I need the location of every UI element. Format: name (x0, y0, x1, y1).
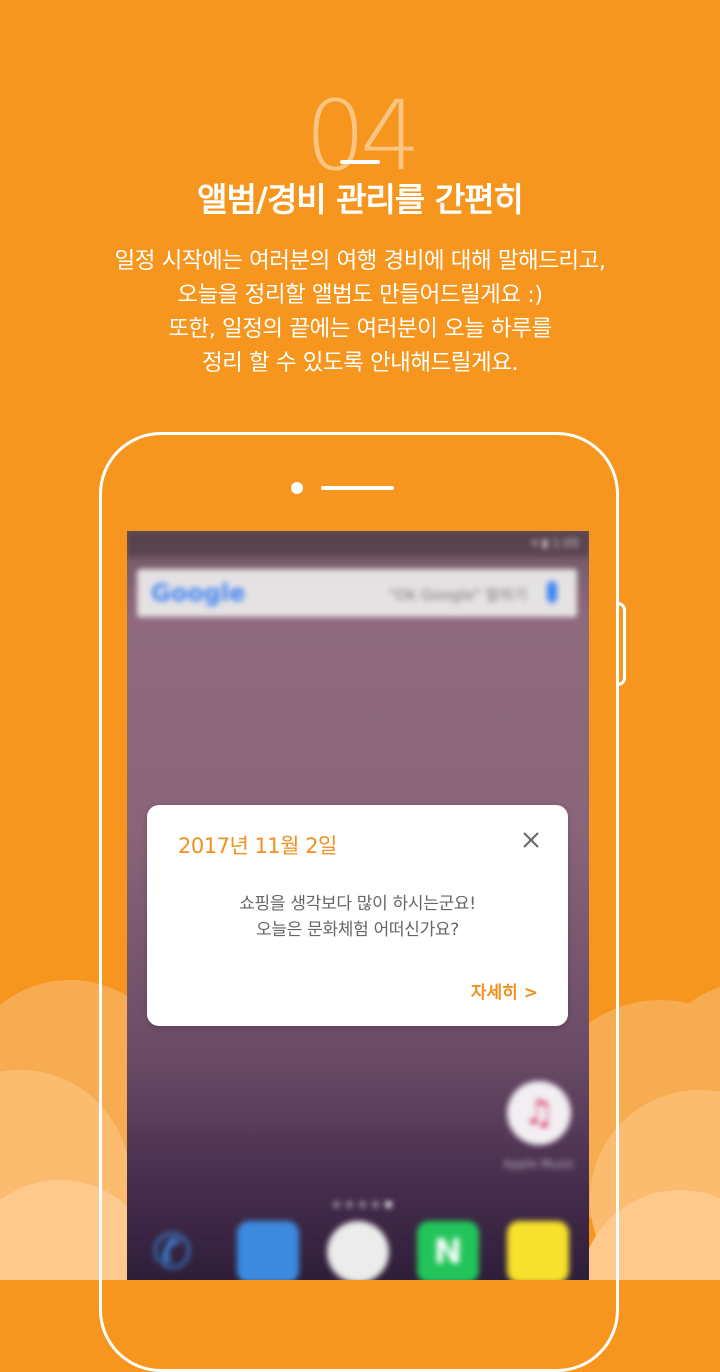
description-line: 또한, 일정의 끝에는 여러분이 오늘 하루를 (168, 316, 552, 342)
page-title: 앨범/경비 관리를 간편히 (197, 180, 524, 219)
mic-icon (547, 581, 557, 603)
google-logo: Google (151, 579, 246, 607)
status-bar: ▾ ▮ 1:00 (127, 531, 589, 557)
google-search-bar: Google "Ok Google" 말하기 (137, 569, 577, 617)
phone-camera (291, 482, 303, 494)
page-indicator (322, 1193, 402, 1212)
close-icon[interactable] (520, 829, 542, 851)
description-line: 정리 할 수 있도록 안내해드릴게요. (201, 350, 519, 376)
naver-icon: N (417, 1221, 479, 1280)
card-date: 2017년 11월 2일 (178, 834, 337, 858)
step-number: 04 (304, 80, 421, 192)
card-message-line: 쇼핑을 생각보다 많이 하시는군요! (239, 894, 476, 914)
phone-speaker (321, 486, 394, 490)
card-message-line: 오늘은 문화체험 어떠신가요? (255, 920, 459, 940)
description-line: 오늘을 정리할 앨범도 만들어드릴게요 :) (177, 282, 543, 308)
description-line: 일정 시작에는 여러분의 여행 경비에 대해 말해드리고, (114, 248, 606, 274)
details-button[interactable]: 자세히 > (471, 978, 538, 1003)
kakaotalk-icon (507, 1221, 569, 1280)
status-icons: ▾ ▮ 1:00 (531, 536, 579, 550)
search-hint: "Ok Google" 말하기 (388, 586, 527, 604)
card-message: 쇼핑을 생각보다 많이 하시는군요! 오늘은 문화체험 어떠신가요? (147, 891, 568, 943)
phone-side-button (617, 602, 626, 686)
music-app-label: Apple Music (502, 1157, 576, 1171)
apps-icon (327, 1221, 389, 1280)
music-icon: ♫ (507, 1081, 571, 1145)
message-icon (237, 1221, 299, 1280)
notification-card: 2017년 11월 2일 쇼핑을 생각보다 많이 하시는군요! 오늘은 문화체험… (147, 805, 568, 1026)
description: 일정 시작에는 여러분의 여행 경비에 대해 말해드리고, 오늘을 정리할 앨범… (0, 244, 720, 380)
step-underline (340, 160, 380, 164)
phone-icon: ✆ (151, 1224, 193, 1280)
